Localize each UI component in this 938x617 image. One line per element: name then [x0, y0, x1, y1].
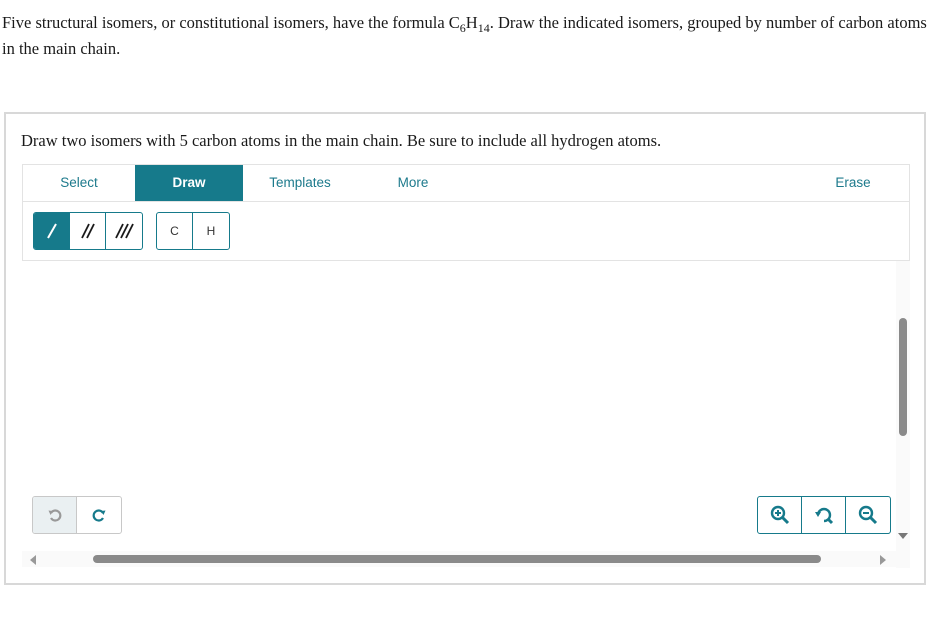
atom-tool-group: C H: [156, 212, 230, 250]
tab-more[interactable]: More: [378, 165, 448, 201]
scroll-left-arrow-icon[interactable]: [30, 555, 36, 565]
molecule-editor: Select Draw Templates More Erase C H: [22, 164, 910, 568]
bond-tool-group: [33, 212, 143, 250]
zoom-in-icon: [770, 505, 789, 525]
redo-icon: [92, 509, 106, 522]
vertical-scrollbar-thumb[interactable]: [899, 318, 907, 436]
zoom-in-button[interactable]: [758, 497, 802, 533]
triple-bond-button[interactable]: [106, 213, 142, 249]
zoom-out-button[interactable]: [846, 497, 890, 533]
problem-statement: Five structural isomers, or constitution…: [2, 10, 932, 62]
double-bond-icon: [80, 223, 95, 239]
zoom-reset-button[interactable]: [802, 497, 846, 533]
hydrogen-atom-button[interactable]: H: [193, 213, 229, 249]
redo-button[interactable]: [77, 497, 121, 533]
horizontal-scrollbar-thumb[interactable]: [93, 555, 821, 563]
single-bond-icon: [46, 223, 57, 239]
single-bond-button[interactable]: [34, 213, 70, 249]
draw-toolbar: C H: [22, 202, 910, 261]
history-controls: [32, 496, 122, 534]
problem-text-1: Five structural isomers, or constitution…: [2, 13, 460, 32]
question-panel: Draw two isomers with 5 carbon atoms in …: [4, 112, 926, 585]
formula-subscript-hydrogen: 14: [477, 21, 490, 35]
drawing-canvas[interactable]: [22, 261, 910, 568]
scroll-right-arrow-icon[interactable]: [880, 555, 886, 565]
triple-bond-icon: [115, 223, 134, 239]
undo-button[interactable]: [33, 497, 77, 533]
scroll-down-arrow-icon[interactable]: [898, 533, 908, 539]
tab-draw[interactable]: Draw: [135, 165, 243, 201]
question-prompt: Draw two isomers with 5 carbon atoms in …: [21, 131, 662, 150]
zoom-controls: [757, 496, 891, 534]
undo-icon: [48, 509, 61, 522]
zoom-out-icon: [858, 505, 878, 525]
editor-tab-bar: Select Draw Templates More Erase: [22, 164, 910, 202]
tab-templates[interactable]: Templates: [251, 165, 349, 201]
erase-button[interactable]: Erase: [813, 165, 893, 201]
double-bond-button[interactable]: [70, 213, 106, 249]
formula-hydrogen: H: [465, 13, 478, 32]
zoom-reset-icon: [814, 507, 833, 525]
tab-select[interactable]: Select: [23, 165, 135, 201]
carbon-atom-button[interactable]: C: [157, 213, 193, 249]
